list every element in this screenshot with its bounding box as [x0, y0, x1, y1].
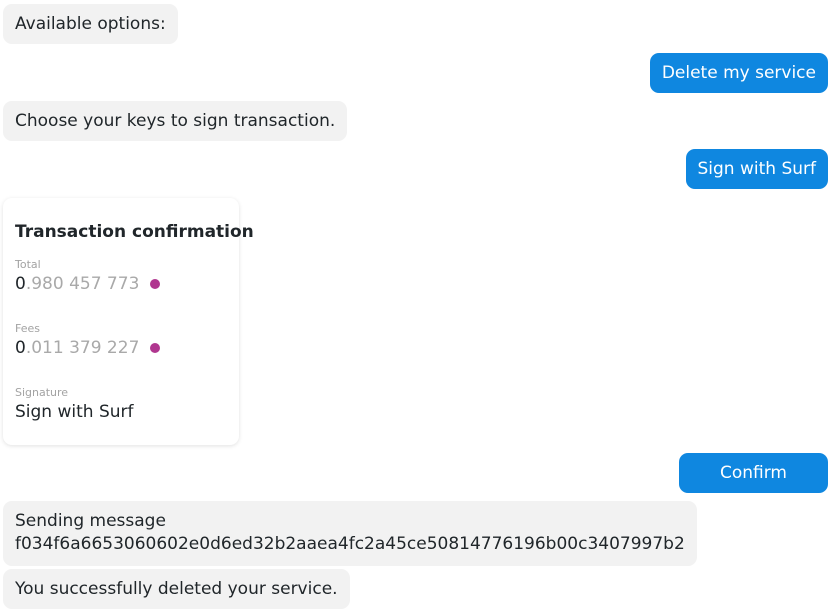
total-integer: 0 [15, 274, 26, 294]
button-label: Sign with Surf [697, 159, 817, 179]
message-text: Choose your keys to sign transaction. [15, 111, 336, 131]
fees-decimal: .011 379 227 [25, 338, 140, 358]
button-label: Confirm [719, 463, 787, 483]
total-label: Total [15, 258, 41, 271]
bot-message-available-options: Available options: [3, 4, 178, 44]
message-text: You successfully deleted your service. [15, 579, 338, 599]
message-text: Available options: [15, 14, 166, 34]
signature-value: Sign with Surf [15, 402, 134, 422]
card-title: Transaction confirmation [15, 222, 254, 242]
fees-label: Fees [15, 322, 40, 335]
total-decimal: .980 457 773 [25, 274, 140, 294]
total-value: 0.980 457 773 [15, 274, 161, 294]
bot-message-sending: Sending message f034f6a6653060602e0d6ed3… [3, 501, 697, 566]
message-hash: f034f6a6653060602e0d6ed32b2aaea4fc2a45ce… [15, 534, 685, 554]
signature-label: Signature [15, 386, 69, 399]
sending-label: Sending message [15, 511, 166, 531]
bot-message-choose-keys: Choose your keys to sign transaction. [3, 101, 348, 141]
confirm-button[interactable]: Confirm [679, 453, 828, 493]
token-dot-icon [150, 279, 161, 289]
fees-value: 0.011 379 227 [15, 338, 161, 358]
delete-service-button[interactable]: Delete my service [649, 53, 828, 93]
button-label: Delete my service [661, 63, 816, 83]
bot-message-success: You successfully deleted your service. [3, 569, 350, 609]
fees-integer: 0 [15, 338, 26, 358]
transaction-confirmation-card: Transaction confirmation Total 0.980 457… [3, 198, 254, 445]
sign-with-surf-button[interactable]: Sign with Surf [685, 149, 828, 189]
token-dot-icon [150, 343, 161, 353]
